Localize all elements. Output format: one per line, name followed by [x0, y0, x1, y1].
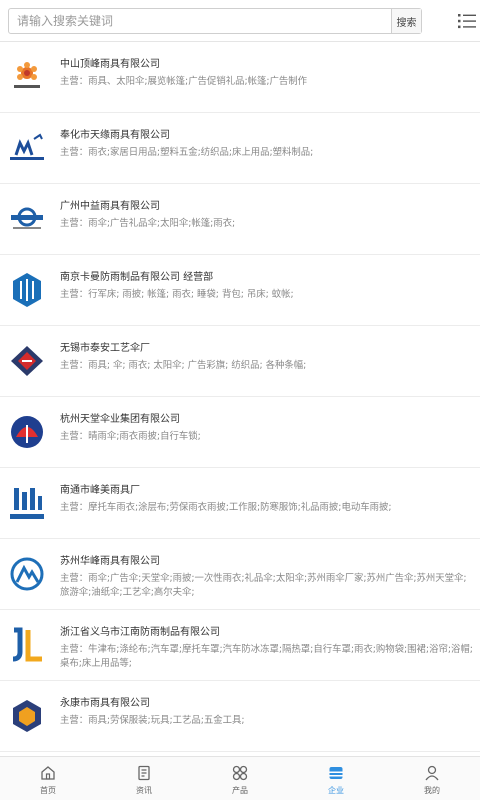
- company-business: 主营：晴雨伞;雨衣雨披;自行车锁;: [60, 431, 201, 442]
- company-business: 主营：行军床; 雨披; 帐篷; 雨衣; 睡袋; 背包; 吊床; 蚊帐;: [60, 289, 294, 300]
- tab-home[interactable]: 首页: [0, 757, 96, 800]
- company-name[interactable]: 广州中益雨具有限公司: [60, 197, 472, 212]
- company-icon: [329, 767, 343, 779]
- company-name[interactable]: 永康市雨具有限公司: [60, 694, 472, 709]
- company-list-item[interactable]: 无锡市泰安工艺伞厂 主营：雨具; 伞; 雨衣; 太阳伞; 广告彩旗; 纺织品; …: [0, 326, 480, 397]
- list-menu-icon[interactable]: [458, 12, 476, 30]
- company-name[interactable]: 中山顶峰雨具有限公司: [60, 55, 472, 70]
- search-box: 搜索: [8, 8, 422, 34]
- company-list-item[interactable]: 奉化市天缘雨具有限公司 主营：雨衣;家居日用品;塑料五金;纺织品;床上用品;塑料…: [0, 113, 480, 184]
- mountain-circle-logo-icon: [8, 551, 46, 597]
- company-name[interactable]: 苏州华峰雨具有限公司: [60, 552, 472, 567]
- company-business: 主营：雨衣;家居日用品;塑料五金;纺织品;床上用品;塑料制品;: [60, 147, 314, 158]
- company-business: 主营：摩托车雨衣;涂层布;劳保雨衣雨披;工作服;防寒服饰;礼品雨披;电动车雨披;: [60, 502, 392, 513]
- search-bar: 搜索: [0, 0, 480, 42]
- company-list: 中山顶峰雨具有限公司 主营：雨具、太阳伞;展览帐篷;广告促销礼品;帐篷;广告制作…: [0, 42, 480, 756]
- company-business: 主营：牛津布;涤纶布;汽车罩;摩托车罩;汽车防冰冻罩;隔热罩;自行车罩;雨衣;购…: [60, 644, 473, 669]
- mk-robot-logo-icon: [8, 125, 46, 171]
- company-name[interactable]: 奉化市天缘雨具有限公司: [60, 126, 472, 141]
- jl-logo-icon: [8, 622, 46, 668]
- tab-mine[interactable]: 我的: [384, 757, 480, 800]
- search-input[interactable]: [9, 9, 369, 33]
- company-list-item[interactable]: 中山顶峰雨具有限公司 主营：雨具、太阳伞;展览帐篷;广告促销礼品;帐篷;广告制作: [0, 42, 480, 113]
- tab-company[interactable]: 企业: [288, 757, 384, 800]
- search-button[interactable]: 搜索: [391, 9, 421, 33]
- tab-label: 产品: [232, 786, 248, 795]
- wuntan-logo-icon: [8, 196, 46, 242]
- news-icon: [138, 765, 150, 781]
- company-name[interactable]: 浙江省义乌市江南防雨制品有限公司: [60, 623, 472, 638]
- home-icon: [41, 766, 55, 780]
- company-list-item[interactable]: 杭州天堂伞业集团有限公司 主营：晴雨伞;雨衣雨披;自行车锁;: [0, 397, 480, 468]
- red-diamond-logo-icon: [8, 338, 46, 384]
- tab-label: 资讯: [136, 786, 152, 795]
- company-list-item[interactable]: 南通市峰美雨具厂 主营：摩托车雨衣;涂层布;劳保雨衣雨披;工作服;防寒服饰;礼品…: [0, 468, 480, 539]
- company-name[interactable]: 杭州天堂伞业集团有限公司: [60, 410, 472, 425]
- umbrella-logo-icon: [8, 409, 46, 455]
- yk-logo-icon: [8, 693, 46, 739]
- company-business: 主营：雨具、太阳伞;展览帐篷;广告促销礼品;帐篷;广告制作: [60, 76, 308, 87]
- company-name[interactable]: 南通市峰美雨具厂: [60, 481, 472, 496]
- bottom-tab-bar: 首页 资讯 产品 企业 我的: [0, 756, 480, 800]
- sunflower-logo-icon: [8, 54, 46, 100]
- tab-products[interactable]: 产品: [192, 757, 288, 800]
- company-business: 主营：雨具; 伞; 雨衣; 太阳伞; 广告彩旗; 纺织品; 各种条幅;: [60, 360, 307, 371]
- company-business: 主营：雨具;劳保服装;玩具;工艺品;五金工具;: [60, 715, 245, 726]
- user-icon: [425, 765, 439, 781]
- company-name[interactable]: 无锡市泰安工艺伞厂: [60, 339, 472, 354]
- company-business: 主营：雨伞;广告伞;天堂伞;雨披;一次性雨衣;礼品伞;太阳伞;苏州雨伞厂家;苏州…: [60, 573, 467, 598]
- company-name[interactable]: 南京卡曼防雨制品有限公司 经营部: [60, 268, 472, 283]
- tab-label: 企业: [328, 786, 344, 795]
- company-list-item[interactable]: 苏州华峰雨具有限公司 主营：雨伞;广告伞;天堂伞;雨披;一次性雨衣;礼品伞;太阳…: [0, 539, 480, 610]
- meilan-logo-icon: [8, 480, 46, 526]
- company-business: 主营：雨伞;广告礼品伞;太阳伞;帐篷;雨衣;: [60, 218, 236, 229]
- blue-hexagon-logo-icon: [8, 267, 46, 313]
- company-list-item[interactable]: 永康市雨具有限公司 主营：雨具;劳保服装;玩具;工艺品;五金工具;: [0, 681, 480, 752]
- company-list-item[interactable]: 广州中益雨具有限公司 主营：雨伞;广告礼品伞;太阳伞;帐篷;雨衣;: [0, 184, 480, 255]
- company-list-item[interactable]: 浙江省义乌市江南防雨制品有限公司 主营：牛津布;涤纶布;汽车罩;摩托车罩;汽车防…: [0, 610, 480, 681]
- tab-label: 我的: [424, 786, 440, 795]
- tab-label: 首页: [40, 786, 56, 795]
- tab-news[interactable]: 资讯: [96, 757, 192, 800]
- grid-icon: [232, 765, 248, 781]
- company-list-item[interactable]: 南京卡曼防雨制品有限公司 经营部 主营：行军床; 雨披; 帐篷; 雨衣; 睡袋;…: [0, 255, 480, 326]
